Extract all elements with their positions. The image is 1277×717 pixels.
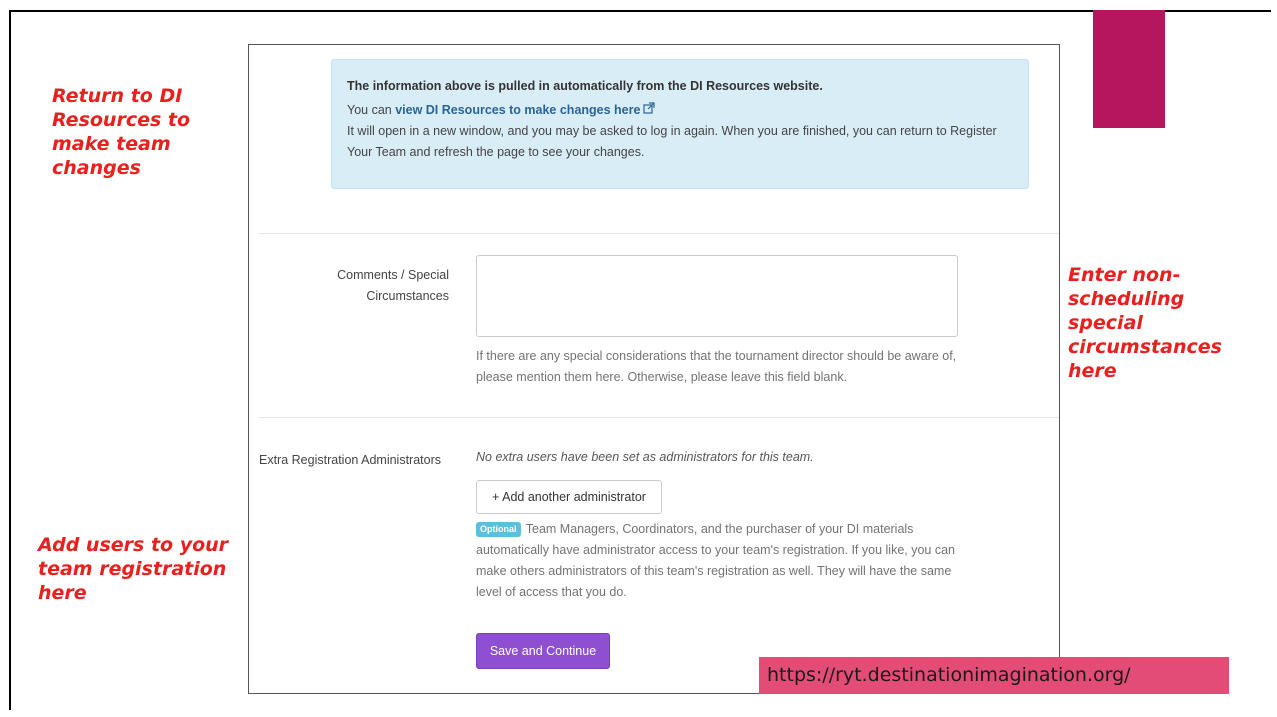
admins-help-text: Optional Team Managers, Coordinators, an…: [476, 519, 976, 603]
comments-label-line: Circumstances: [366, 289, 449, 303]
comments-label: Comments / Special Circumstances: [309, 265, 449, 307]
callout-line: here: [1068, 360, 1117, 382]
section-divider: [259, 417, 1059, 418]
callout-return-to-resources: Return to DI Resources to make team chan…: [52, 84, 237, 180]
comments-help-text: If there are any special considerations …: [476, 349, 957, 384]
no-admins-text: No extra users have been set as administ…: [476, 450, 814, 464]
callout-line: Return to DI: [52, 85, 183, 107]
callout-special-circumstances: Enter non- scheduling special circumstan…: [1068, 263, 1253, 383]
admins-help-body: Team Managers, Coordinators, and the pur…: [476, 522, 955, 599]
callout-line: Enter non-: [1068, 264, 1181, 286]
callout-line: changes: [52, 157, 141, 179]
callout-line: Add users to your: [38, 534, 229, 556]
view-di-resources-link[interactable]: view DI Resources to make changes here: [395, 103, 640, 117]
admins-label: Extra Registration Administrators: [259, 453, 442, 467]
info-alert: The information above is pulled in autom…: [331, 59, 1029, 189]
external-link-icon[interactable]: [643, 100, 656, 121]
add-administrator-button[interactable]: + Add another administrator: [476, 480, 662, 514]
callout-line: make team: [52, 133, 171, 155]
callout-line: here: [38, 582, 87, 604]
registration-form-screenshot: The information above is pulled in autom…: [248, 44, 1060, 694]
optional-badge: Optional: [476, 522, 521, 537]
callout-line: Resources to: [52, 109, 191, 131]
info-heading: The information above is pulled in autom…: [347, 79, 823, 93]
comments-label-line: Comments / Special: [337, 268, 449, 282]
info-instructions: It will open in a new window, and you ma…: [347, 124, 997, 159]
save-and-continue-button[interactable]: Save and Continue: [476, 633, 610, 669]
callout-line: special: [1068, 312, 1143, 334]
callout-line: scheduling: [1068, 288, 1185, 310]
callout-line: circumstances: [1068, 336, 1222, 358]
callout-line: team registration: [38, 558, 227, 580]
info-link-prefix: You can: [347, 103, 396, 117]
info-link-line: You can view DI Resources to make change…: [347, 100, 1013, 121]
section-divider: [259, 233, 1059, 234]
url-banner: https://ryt.destinationimagination.org/: [759, 657, 1229, 694]
callout-add-users: Add users to your team registration here: [38, 533, 243, 605]
comments-textarea[interactable]: [476, 255, 958, 337]
accent-bar: [1093, 10, 1165, 128]
